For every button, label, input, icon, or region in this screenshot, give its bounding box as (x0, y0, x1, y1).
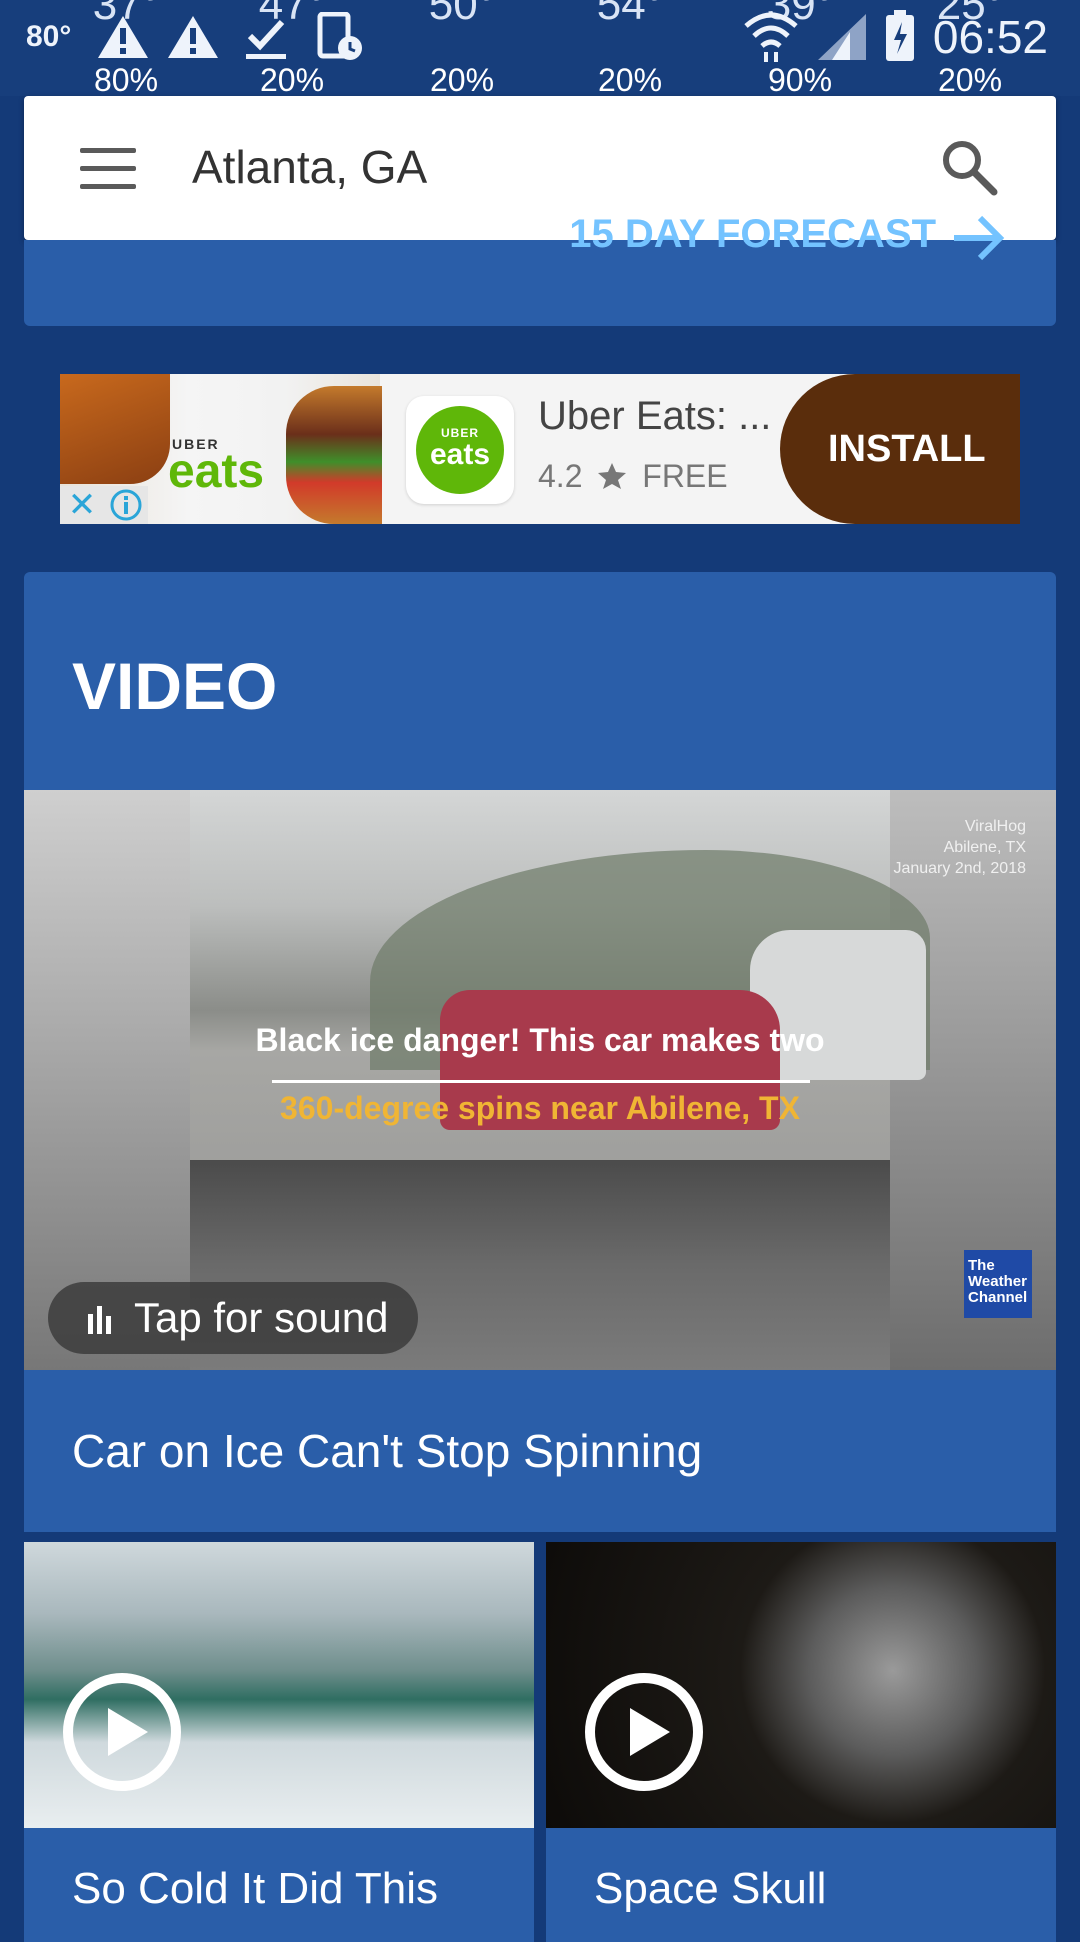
sound-bars-icon (88, 1306, 111, 1334)
precip-value: 90% (767, 62, 833, 98)
forecast-col: 54° 20% (560, 0, 700, 98)
search-icon[interactable] (938, 136, 1000, 198)
forecast-col: 37° 80% (56, 0, 196, 98)
burger-image (286, 386, 382, 524)
video-section-heading: VIDEO (72, 649, 278, 723)
location-label[interactable]: Atlanta, GA (192, 140, 427, 194)
video-player[interactable]: Black ice danger! This car makes two 360… (24, 790, 1056, 1370)
ad-close-icon[interactable]: ✕ (60, 486, 104, 524)
precip-value: 20% (937, 62, 1003, 98)
ad-price: FREE (642, 458, 728, 494)
video-caption-line2: 360-degree spins near Abilene, TX (280, 1090, 800, 1126)
weather-channel-logo: The Weather Channel (964, 1250, 1032, 1318)
clock: 06:52 (932, 11, 1048, 63)
video-thumbnail-card[interactable]: So Cold It Did This (24, 1542, 534, 1942)
forecast-col: 47° 20% (222, 0, 362, 98)
ad-brand-big: eats (168, 445, 265, 498)
video-thumbnail-card[interactable]: Space Skull (546, 1542, 1056, 1942)
wifi-icon (744, 12, 798, 62)
precip-value: 80% (93, 62, 159, 98)
video-thumbnail-title[interactable]: Space Skull (594, 1864, 826, 1914)
battery-charging-icon (886, 10, 914, 61)
forecast-col: 50° 20% (392, 0, 532, 98)
play-icon[interactable] (584, 1672, 704, 1792)
forecast-card: 15 DAY FORECAST (24, 212, 1056, 326)
ad-rating: 4.2 (538, 458, 583, 494)
video-title[interactable]: Car on Ice Can't Stop Spinning (72, 1424, 702, 1478)
fifteen-day-forecast-link[interactable]: 15 DAY FORECAST (569, 212, 936, 257)
hamburger-menu-icon[interactable] (80, 148, 136, 190)
precip-value: 20% (597, 62, 663, 98)
ad-app-logo[interactable]: UBER eats (406, 396, 514, 504)
fries-image (60, 374, 170, 484)
video-card: VIDEO Black ice danger! This car makes t… (24, 572, 1056, 1532)
ad-title[interactable]: Uber Eats: ... (538, 394, 771, 439)
ad-rating-row: 4.2 FREE (538, 458, 728, 495)
precip-value: 20% (259, 62, 325, 98)
uber-eats-logo-icon: UBER eats (416, 406, 504, 494)
ad-info-icon[interactable] (104, 486, 148, 524)
tap-for-sound-label: Tap for sound (134, 1294, 389, 1341)
tap-for-sound-button[interactable]: Tap for sound (48, 1282, 418, 1354)
video-credit: ViralHog Abilene, TX January 2nd, 2018 (893, 818, 1026, 877)
video-thumbnail-title[interactable]: So Cold It Did This (72, 1864, 438, 1914)
precip-value: 20% (429, 62, 495, 98)
star-icon (598, 463, 627, 489)
video-caption-line1: Black ice danger! This car makes two (255, 1022, 825, 1058)
logo-big-text: eats (429, 438, 491, 471)
arrow-right-icon[interactable] (950, 210, 1006, 266)
ad-banner[interactable]: UBER eats ✕ UBER eats Uber Eats: ... 4.2… (60, 374, 1020, 524)
play-icon[interactable] (62, 1672, 182, 1792)
cell-signal-icon (818, 14, 866, 60)
install-button[interactable]: INSTALL (780, 374, 1020, 524)
status-bar: 80° 37° 80% 47° 20% 50° 20% 54° 20% 39° … (0, 0, 1080, 98)
caption-divider (272, 1080, 810, 1083)
